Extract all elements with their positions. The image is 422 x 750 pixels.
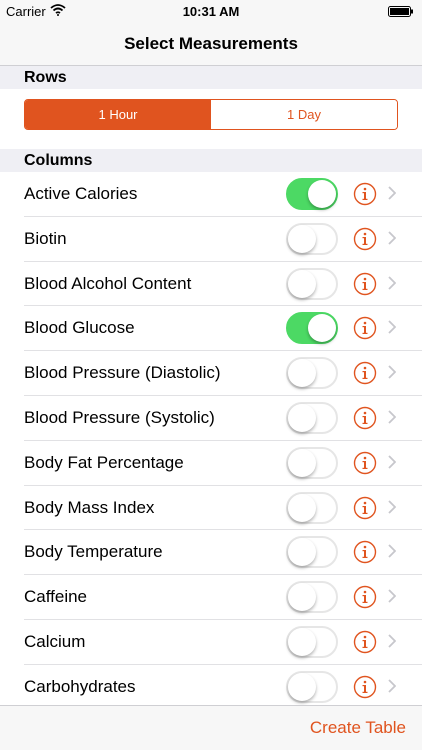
list-item[interactable]: Body Fat Percentage: [24, 441, 422, 486]
info-icon[interactable]: [353, 182, 377, 206]
measurement-toggle[interactable]: [286, 357, 338, 390]
toggle-knob: [288, 493, 316, 522]
info-icon[interactable]: [353, 227, 377, 251]
measurements-list: Active Calories Biotin Blood Alcohol Conte…: [0, 172, 422, 710]
toggle-knob: [288, 538, 316, 567]
info-icon[interactable]: [353, 585, 377, 609]
info-icon[interactable]: [353, 272, 377, 296]
chevron-right-icon: [388, 634, 396, 648]
measurement-label: Body Mass Index: [24, 497, 155, 517]
list-item[interactable]: Body Temperature: [24, 530, 422, 576]
status-bar: Carrier 10:31 AM: [0, 0, 422, 22]
measurement-toggle[interactable]: [286, 312, 338, 345]
toggle-knob: [288, 583, 316, 612]
measurement-label: Carbohydrates: [24, 676, 136, 696]
chevron-right-icon: [388, 455, 396, 469]
measurement-toggle[interactable]: [286, 446, 338, 479]
toggle-knob: [308, 314, 336, 343]
toggle-knob: [288, 224, 316, 253]
chevron-right-icon: [388, 320, 396, 335]
toggle-knob: [288, 269, 316, 298]
chevron-right-icon: [388, 231, 396, 245]
info-icon[interactable]: [353, 316, 377, 340]
measurement-label: Blood Alcohol Content: [24, 273, 192, 293]
toggle-knob: [288, 403, 316, 432]
list-item[interactable]: Caffeine: [24, 575, 422, 620]
measurement-label: Blood Pressure (Systolic): [24, 407, 215, 427]
measurement-toggle[interactable]: [286, 401, 338, 434]
info-icon[interactable]: [353, 630, 377, 654]
measurement-toggle[interactable]: [286, 178, 338, 210]
chevron-right-icon: [388, 589, 396, 603]
measurement-label: Blood Glucose: [24, 318, 135, 338]
info-icon[interactable]: [353, 675, 377, 699]
measurement-toggle[interactable]: [286, 491, 338, 524]
measurement-toggle[interactable]: [286, 222, 338, 255]
navigation-bar: Select Measurements: [0, 22, 422, 66]
columns-section-header: Columns: [0, 149, 422, 172]
list-item[interactable]: Blood Pressure (Systolic): [24, 396, 422, 441]
chevron-right-icon: [388, 499, 396, 514]
status-time: 10:31 AM: [182, 4, 240, 19]
chevron-right-icon: [388, 679, 396, 693]
measurement-label: Body Fat Percentage: [24, 452, 184, 472]
chevron-right-icon: [388, 410, 396, 424]
list-item[interactable]: Blood Glucose: [24, 306, 422, 352]
measurement-toggle[interactable]: [286, 536, 338, 569]
chevron-right-icon: [388, 186, 396, 200]
segment-1-hour[interactable]: 1 Hour: [25, 100, 211, 129]
measurement-label: Biotin: [24, 228, 67, 248]
measurement-toggle[interactable]: [286, 625, 338, 658]
info-icon[interactable]: [353, 361, 377, 385]
toggle-knob: [288, 672, 316, 701]
list-item[interactable]: Calcium: [24, 620, 422, 665]
rows-segmented-control: 1 Hour 1 Day: [24, 99, 398, 130]
toggle-knob: [308, 180, 336, 208]
measurement-toggle[interactable]: [286, 581, 338, 614]
bottom-toolbar: Create Table: [0, 705, 422, 750]
list-item[interactable]: Blood Alcohol Content: [24, 262, 422, 307]
toggle-knob: [288, 359, 316, 388]
measurement-label: Active Calories: [24, 184, 138, 203]
toggle-knob: [288, 627, 316, 656]
info-icon[interactable]: [353, 451, 377, 475]
info-icon[interactable]: [353, 406, 377, 430]
measurement-label: Blood Pressure (Diastolic): [24, 363, 221, 383]
chevron-right-icon: [388, 275, 396, 290]
chevron-right-icon: [388, 544, 396, 559]
battery-icon: [388, 6, 413, 17]
page-title: Select Measurements: [124, 34, 298, 53]
segment-1-day[interactable]: 1 Day: [211, 100, 397, 129]
measurement-toggle[interactable]: [286, 267, 338, 300]
toggle-knob: [288, 448, 316, 477]
list-item[interactable]: Blood Pressure (Diastolic): [24, 351, 422, 396]
create-table-button[interactable]: Create Table: [310, 718, 406, 738]
measurement-label: Body Temperature: [24, 542, 163, 562]
rows-section-header: Rows: [0, 66, 422, 89]
measurement-label: Calcium: [24, 631, 86, 651]
list-item[interactable]: Body Mass Index: [24, 486, 422, 531]
measurement-toggle[interactable]: [286, 670, 338, 703]
measurement-label: Caffeine: [24, 587, 88, 607]
chevron-right-icon: [388, 365, 396, 379]
list-item[interactable]: Biotin: [24, 217, 422, 262]
info-icon[interactable]: [353, 496, 377, 520]
list-item[interactable]: Carbohydrates: [24, 665, 422, 710]
info-icon[interactable]: [353, 540, 377, 564]
list-item[interactable]: Active Calories: [24, 172, 422, 217]
